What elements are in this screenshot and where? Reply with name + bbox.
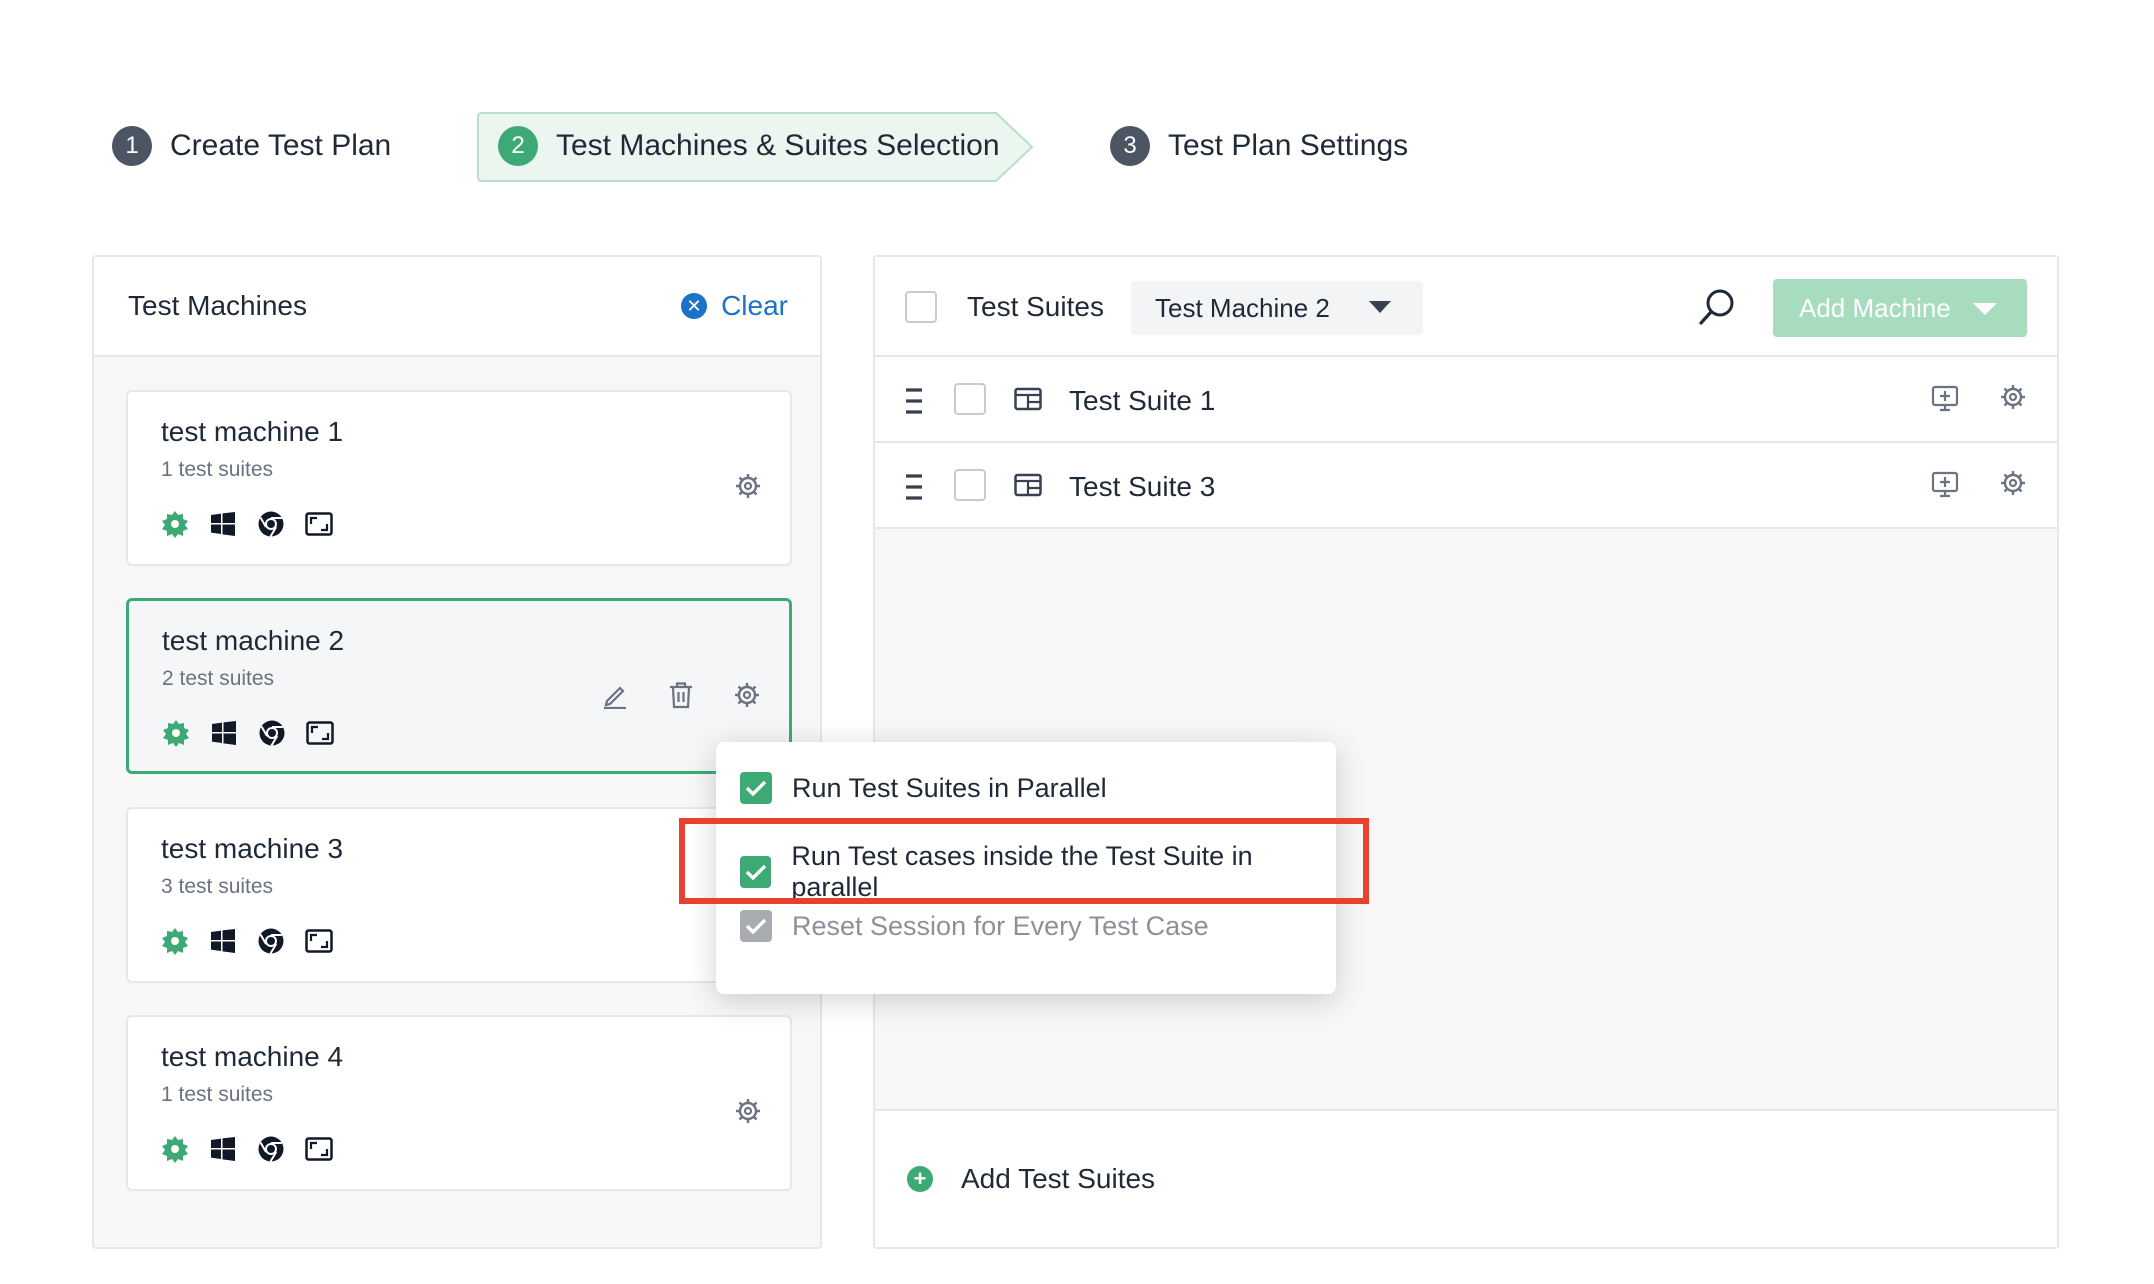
machine-suite-count: 1 test suites — [161, 458, 274, 481]
plus-circle-icon: + — [907, 1166, 933, 1192]
settings-badge-icon — [161, 1135, 189, 1163]
test-suites-header: Test Suites Test Machine 2 Add Machine — [875, 257, 2057, 357]
add-test-suites-label: Add Test Suites — [961, 1163, 1156, 1194]
settings-badge-icon — [161, 510, 189, 538]
settings-gear-icon[interactable] — [734, 1097, 762, 1125]
option-reset-session: Reset Session for Every Test Case — [740, 910, 1209, 942]
close-circle-icon: ✕ — [681, 293, 708, 319]
step-test-plan-settings[interactable]: 3 Test Plan Settings — [1110, 108, 1408, 184]
suite-checkbox[interactable] — [954, 469, 986, 501]
windows-icon — [209, 927, 237, 955]
suite-name: Test Suite 3 — [1069, 471, 1216, 502]
suite-checkbox[interactable] — [954, 383, 986, 415]
step-number: 3 — [1110, 126, 1150, 166]
machine-name: test machine 3 — [161, 833, 344, 864]
machine-select-value: Test Machine 2 — [1155, 292, 1330, 323]
option-run-suites-parallel[interactable]: Run Test Suites in Parallel — [740, 772, 1107, 804]
checkbox-checked-disabled-icon — [740, 910, 772, 942]
suite-name: Test Suite 1 — [1069, 385, 1216, 416]
chrome-icon — [257, 927, 285, 955]
highlight-box — [679, 818, 1369, 904]
chrome-icon — [257, 510, 285, 538]
settings-gear-icon[interactable] — [1999, 383, 2027, 416]
screen-resolution-icon — [305, 510, 333, 538]
chevron-down-icon — [1369, 301, 1391, 313]
select-all-checkbox[interactable] — [905, 291, 937, 323]
step-label: Create Test Plan — [170, 129, 392, 162]
suite-icon — [1014, 473, 1042, 502]
screen-resolution-icon — [305, 1135, 333, 1163]
trash-icon[interactable] — [667, 681, 695, 709]
step-number: 1 — [112, 126, 152, 166]
clear-button[interactable]: ✕ Clear — [681, 290, 788, 322]
machine-icons — [161, 927, 333, 955]
machine-actions — [734, 1097, 762, 1125]
drag-handle-icon[interactable] — [905, 387, 923, 420]
settings-gear-icon[interactable] — [734, 472, 762, 500]
add-to-machine-icon[interactable] — [1931, 385, 1959, 418]
chrome-icon — [258, 719, 286, 747]
test-machines-panel: Test Machines ✕ Clear test machine 1 1 t… — [92, 255, 822, 1249]
screen-resolution-icon — [306, 719, 334, 747]
machine-suite-count: 3 test suites — [161, 875, 274, 898]
machine-card-selected[interactable]: test machine 2 2 test suites — [126, 598, 792, 774]
windows-icon — [209, 510, 237, 538]
step-label: Test Machines & Suites Selection — [556, 129, 1000, 162]
step-label: Test Plan Settings — [1168, 129, 1409, 162]
chrome-icon — [257, 1135, 285, 1163]
screen-resolution-icon — [305, 927, 333, 955]
machine-suite-count: 2 test suites — [162, 667, 275, 690]
step-number: 2 — [498, 126, 538, 166]
suite-icon — [1014, 387, 1042, 416]
machine-actions — [734, 472, 762, 500]
option-label: Reset Session for Every Test Case — [792, 910, 1209, 941]
suite-row[interactable]: Test Suite 3 — [875, 443, 2057, 529]
machine-name: test machine 4 — [161, 1041, 344, 1072]
settings-gear-icon[interactable] — [1999, 469, 2027, 502]
test-machines-header: Test Machines ✕ Clear — [94, 257, 820, 357]
machine-select-dropdown[interactable]: Test Machine 2 — [1131, 281, 1423, 335]
windows-icon — [209, 1135, 237, 1163]
search-icon[interactable] — [1697, 287, 1737, 332]
chevron-down-icon — [1973, 303, 1997, 315]
machine-suite-count: 1 test suites — [161, 1083, 274, 1106]
step-create-test-plan[interactable]: 1 Create Test Plan — [112, 108, 391, 184]
settings-badge-icon — [161, 927, 189, 955]
drag-handle-icon[interactable] — [905, 473, 923, 506]
step-machines-suites-selection[interactable]: 2 Test Machines & Suites Selection — [498, 108, 1000, 184]
panel-title: Test Machines — [128, 290, 307, 321]
panel-title: Test Suites — [967, 291, 1104, 322]
add-machine-button[interactable]: Add Machine — [1773, 279, 2027, 337]
add-machine-label: Add Machine — [1799, 292, 1951, 323]
machine-icons — [162, 719, 334, 747]
suite-row[interactable]: Test Suite 1 — [875, 357, 2057, 443]
machine-icons — [161, 1135, 333, 1163]
add-test-suites-button[interactable]: + Add Test Suites — [875, 1109, 2057, 1247]
windows-icon — [210, 719, 238, 747]
option-label: Run Test Suites in Parallel — [792, 772, 1107, 803]
machine-card[interactable]: test machine 1 1 test suites — [126, 390, 792, 566]
machine-name: test machine 2 — [162, 625, 345, 656]
machine-card[interactable]: test machine 4 1 test suites — [126, 1015, 792, 1191]
machine-name: test machine 1 — [161, 416, 344, 447]
machine-icons — [161, 510, 333, 538]
machine-actions — [601, 681, 761, 709]
settings-gear-icon[interactable] — [733, 681, 761, 709]
clear-label: Clear — [721, 290, 788, 321]
checkbox-checked-icon[interactable] — [740, 772, 772, 804]
add-to-machine-icon[interactable] — [1931, 471, 1959, 504]
settings-badge-icon — [162, 719, 190, 747]
edit-pencil-icon[interactable] — [601, 681, 629, 709]
